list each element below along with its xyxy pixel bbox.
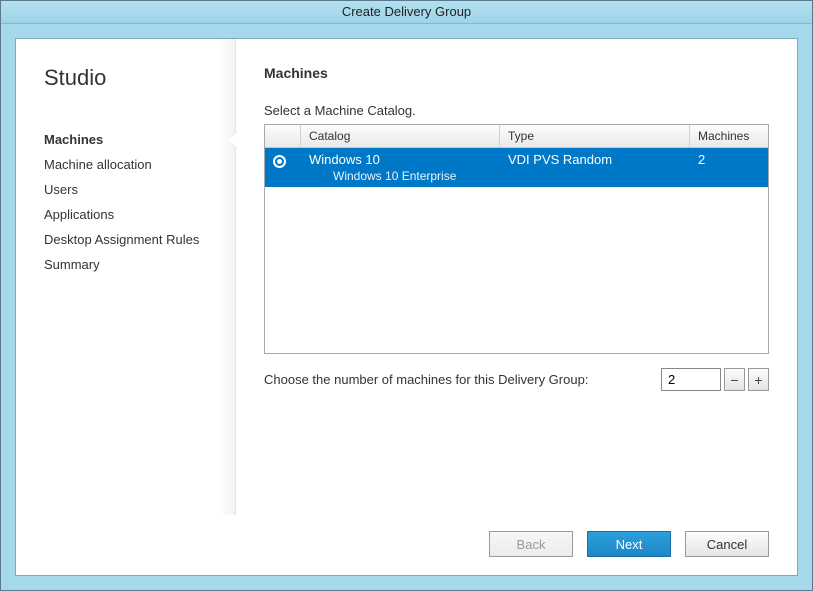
grid-header-select [265, 125, 301, 147]
step-machines[interactable]: Machines [44, 127, 236, 152]
wizard-steps: Machines Machine allocation Users Applic… [44, 127, 236, 277]
instruction-text: Select a Machine Catalog. [264, 103, 769, 118]
row-radio-cell[interactable] [265, 151, 301, 169]
main-content: Machines Select a Machine Catalog. Catal… [236, 39, 797, 515]
wizard-footer: Back Next Cancel [16, 515, 797, 575]
cancel-button[interactable]: Cancel [685, 531, 769, 557]
step-users[interactable]: Users [44, 177, 236, 202]
app-name: Studio [44, 65, 236, 91]
dialog-window: Create Delivery Group Studio Machines Ma… [0, 0, 813, 591]
row-type-cell: VDI PVS Random [500, 151, 690, 168]
table-row[interactable]: Windows 10 Windows 10 Enterprise VDI PVS… [265, 148, 768, 187]
grid-header-machines[interactable]: Machines [690, 125, 768, 147]
row-catalog-name: Windows 10 [309, 152, 380, 167]
next-button[interactable]: Next [587, 531, 671, 557]
machine-count-input[interactable] [661, 368, 721, 391]
main-panel: Studio Machines Machine allocation Users… [15, 38, 798, 576]
step-applications[interactable]: Applications [44, 202, 236, 227]
window-titlebar[interactable]: Create Delivery Group [1, 1, 812, 24]
grid-header-row: Catalog Type Machines [265, 125, 768, 148]
step-summary[interactable]: Summary [44, 252, 236, 277]
row-catalog-sublabel: Windows 10 Enterprise [309, 169, 492, 183]
client-area: Studio Machines Machine allocation Users… [1, 24, 812, 590]
wizard-sidebar: Studio Machines Machine allocation Users… [16, 39, 236, 515]
row-catalog-cell: Windows 10 Windows 10 Enterprise [301, 151, 500, 184]
catalog-grid: Catalog Type Machines Windows 10 [264, 124, 769, 354]
step-desktop-assignment-rules[interactable]: Desktop Assignment Rules [44, 227, 236, 252]
radio-selected-icon [273, 155, 286, 168]
back-button[interactable]: Back [489, 531, 573, 557]
step-machine-allocation[interactable]: Machine allocation [44, 152, 236, 177]
machine-count-chooser: Choose the number of machines for this D… [264, 368, 769, 391]
grid-header-type[interactable]: Type [500, 125, 690, 147]
decrement-button[interactable]: − [724, 368, 745, 391]
grid-body: Windows 10 Windows 10 Enterprise VDI PVS… [265, 148, 768, 353]
grid-header-catalog[interactable]: Catalog [301, 125, 500, 147]
increment-button[interactable]: + [748, 368, 769, 391]
chooser-label: Choose the number of machines for this D… [264, 372, 588, 387]
content-area: Studio Machines Machine allocation Users… [16, 39, 797, 515]
row-machines-cell: 2 [690, 151, 768, 168]
page-title: Machines [264, 65, 769, 81]
